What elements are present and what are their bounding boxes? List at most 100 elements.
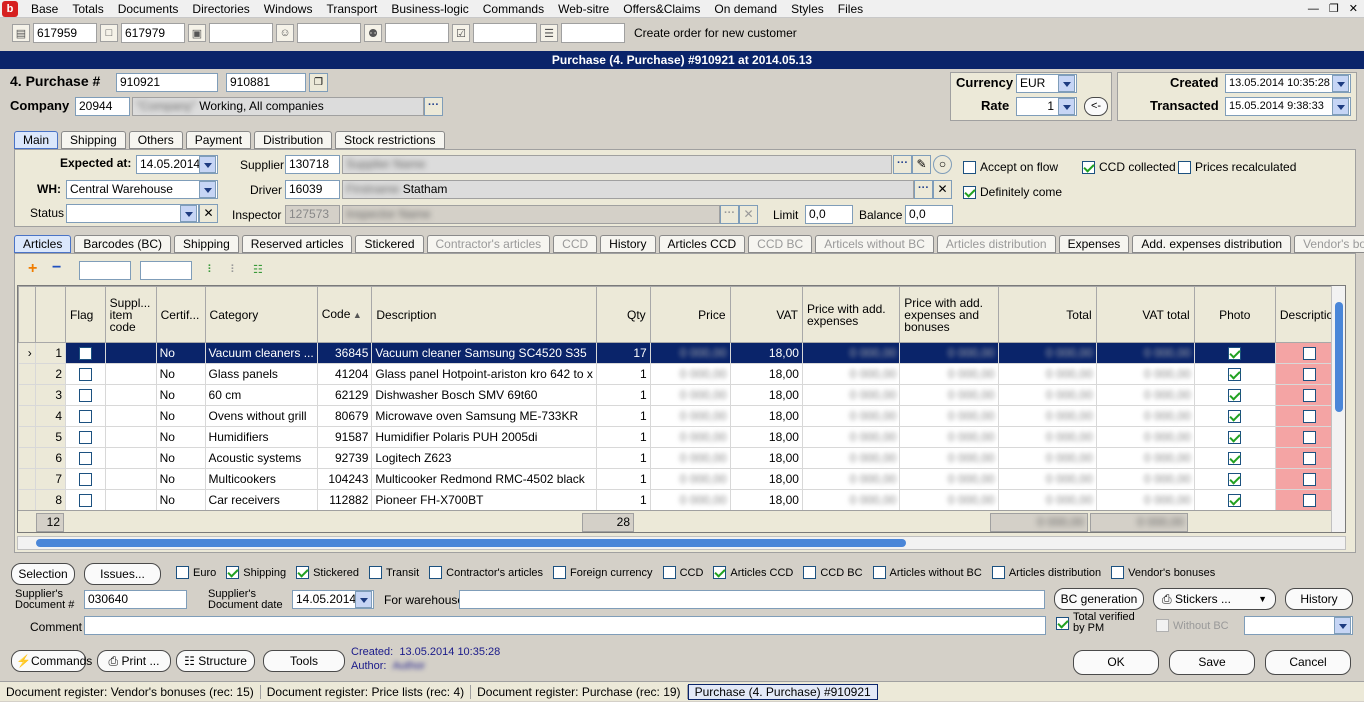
checkbox-box[interactable] — [1111, 566, 1125, 579]
grid-filter-2[interactable] — [140, 261, 192, 280]
definitely-come-checkbox[interactable]: Definitely come — [963, 185, 1062, 199]
flag-checkbox[interactable] — [78, 368, 92, 382]
description-checkbox[interactable] — [1303, 347, 1317, 361]
selection-button[interactable]: Selection — [11, 563, 75, 585]
chevron-down-icon[interactable] — [199, 156, 216, 173]
description-checkbox[interactable] — [1303, 389, 1317, 403]
total-verified-checkbox[interactable]: Total verified by PM — [1056, 612, 1141, 634]
currency-select[interactable]: EUR — [1016, 74, 1077, 93]
column-header[interactable]: Code ▲ — [316, 286, 373, 343]
table-row[interactable]: 6 No Acoustic systems 92739 Logitech Z623 1 0 … — [18, 447, 1345, 469]
hscroll-thumb[interactable] — [36, 539, 906, 547]
table-row[interactable]: 3 No 60 cm 62129 Dishwasher Bosch SMV 69t60 1… — [18, 384, 1345, 406]
description-checkbox[interactable] — [1303, 494, 1317, 508]
menu-item[interactable]: Business-logic — [384, 0, 475, 18]
tab-main-4[interactable]: Distribution — [254, 131, 333, 149]
comment-field[interactable] — [84, 616, 1046, 635]
inspector-lookup-button[interactable]: ··· — [720, 205, 739, 224]
checklist-icon[interactable]: ☑ — [452, 24, 470, 42]
created-field[interactable]: 13.05.2014 10:35:28 — [1225, 74, 1351, 93]
menu-item[interactable]: Web-sitre — [551, 0, 616, 18]
horizontal-scrollbar[interactable] — [17, 536, 1346, 550]
flag-cell[interactable] — [65, 384, 106, 406]
checkbox-box[interactable] — [662, 566, 676, 579]
flag-cell[interactable] — [65, 405, 106, 427]
sort-asc-icon[interactable]: ▲ — [350, 310, 362, 320]
table-row[interactable]: 7 No Multicookers 104243 Multicooker Redmond… — [18, 468, 1345, 490]
column-header[interactable]: VAT — [729, 286, 803, 343]
column-header[interactable]: Category — [204, 286, 318, 343]
prices-recalculated-checkbox[interactable]: Prices recalculated — [1178, 160, 1296, 174]
checkbox-box[interactable] — [713, 566, 727, 579]
checkbox-box[interactable] — [553, 566, 567, 579]
company-name-field[interactable]: "Company" Working, All companies — [132, 97, 424, 116]
print-button[interactable]: ⎙ Print ... — [97, 650, 171, 672]
accept-on-flow-checkbox[interactable]: Accept on flow — [963, 160, 1058, 174]
photo-cell[interactable] — [1193, 384, 1276, 406]
supplier-doc-date-field[interactable]: 14.05.2014 — [292, 590, 374, 609]
chevron-down-icon[interactable] — [1058, 98, 1075, 115]
checkbox-box[interactable] — [176, 566, 189, 579]
flag-checkbox[interactable] — [78, 389, 92, 403]
photo-cell[interactable] — [1193, 426, 1276, 448]
box-icon[interactable]: ▣ — [188, 24, 206, 42]
column-header[interactable]: Photo — [1193, 286, 1276, 343]
table-row[interactable]: 2 No Glass panels 41204 Glass panel Hotpoint… — [18, 363, 1345, 385]
tab-articles-3[interactable]: Reserved articles — [241, 235, 353, 253]
close-icon[interactable]: ✕ — [1349, 0, 1358, 18]
ok-button[interactable]: OK — [1073, 650, 1159, 675]
issues-button[interactable]: Issues... — [84, 563, 161, 585]
checkbox-box[interactable] — [991, 566, 1005, 579]
description-checkbox[interactable] — [1303, 452, 1317, 466]
stickers-button[interactable]: ⎙ Stickers ... ▼ — [1153, 588, 1276, 610]
column-header[interactable]: Price with add. expenses and bonuses — [899, 286, 999, 343]
tab-articles-7[interactable]: History — [600, 235, 656, 253]
toolbar-field-2[interactable]: 617979 — [121, 23, 185, 43]
bottom-check-3[interactable]: Transit — [368, 566, 419, 579]
vertical-scrollbar[interactable] — [1331, 286, 1345, 532]
tab-articles-0[interactable]: Articles — [14, 235, 72, 253]
transacted-field[interactable]: 15.05.2014 9:38:33 — [1225, 97, 1351, 116]
photo-cell[interactable] — [1193, 447, 1276, 469]
photo-checkbox[interactable] — [1228, 410, 1242, 424]
company-code-field[interactable]: 20944 — [75, 97, 130, 116]
table-row[interactable]: › 1 No Vacuum cleaners ... 36845 Vacuum clean… — [18, 342, 1345, 364]
table-row[interactable]: 8 No Car receivers 112882 Pioneer FH-X700BT 1… — [18, 489, 1345, 511]
scrollbar-thumb[interactable] — [1335, 302, 1343, 412]
add-row-icon[interactable]: + — [28, 261, 37, 277]
toolbar-field-3[interactable] — [209, 23, 273, 43]
photo-cell[interactable] — [1193, 363, 1276, 385]
bottom-check-6[interactable]: CCD — [662, 566, 703, 579]
inspector-clear-button[interactable]: ✕ — [739, 205, 758, 224]
photo-checkbox[interactable] — [1228, 368, 1242, 382]
menu-item[interactable]: Transport — [319, 0, 384, 18]
flag-checkbox[interactable] — [78, 431, 92, 445]
chevron-down-icon[interactable] — [1332, 75, 1349, 92]
save-button[interactable]: Save — [1169, 650, 1255, 675]
copy-icon[interactable]: ❐ — [309, 73, 328, 92]
bottom-check-5[interactable]: Foreign currency — [553, 566, 653, 579]
inspector-code-field[interactable]: 127573 — [285, 205, 340, 224]
chevron-down-icon[interactable] — [1334, 617, 1351, 634]
column-header[interactable]: Price — [649, 286, 731, 343]
menu-item[interactable]: Commands — [476, 0, 551, 18]
tab-articles-2[interactable]: Shipping — [174, 235, 239, 253]
checkbox-box[interactable] — [226, 566, 240, 579]
status-item[interactable]: Document register: Vendor's bonuses (rec… — [0, 684, 261, 699]
driver-lookup-button[interactable]: ··· — [914, 180, 933, 199]
tab-articles-8[interactable]: Articles CCD — [658, 235, 746, 253]
status-item[interactable]: Purchase (4. Purchase) #910921 — [687, 683, 878, 700]
tools-button[interactable]: Tools — [263, 650, 345, 672]
tab-articles-13[interactable]: Add. expenses distribution — [1132, 235, 1292, 253]
tab-articles-14[interactable]: Vendor's bonuses — [1294, 235, 1364, 253]
flag-checkbox[interactable] — [78, 494, 92, 508]
tab-articles-5[interactable]: Contractor's articles — [426, 235, 551, 253]
flag-cell[interactable] — [65, 468, 106, 490]
flag-checkbox[interactable] — [78, 410, 92, 424]
toolbar-field-7[interactable] — [561, 23, 625, 43]
company-lookup-button[interactable]: ··· — [424, 97, 443, 116]
chevron-down-icon[interactable] — [199, 181, 216, 198]
column-header[interactable]: Suppl... item code — [104, 286, 157, 343]
photo-cell[interactable] — [1193, 468, 1276, 490]
for-warehouse-field[interactable] — [459, 590, 1045, 609]
